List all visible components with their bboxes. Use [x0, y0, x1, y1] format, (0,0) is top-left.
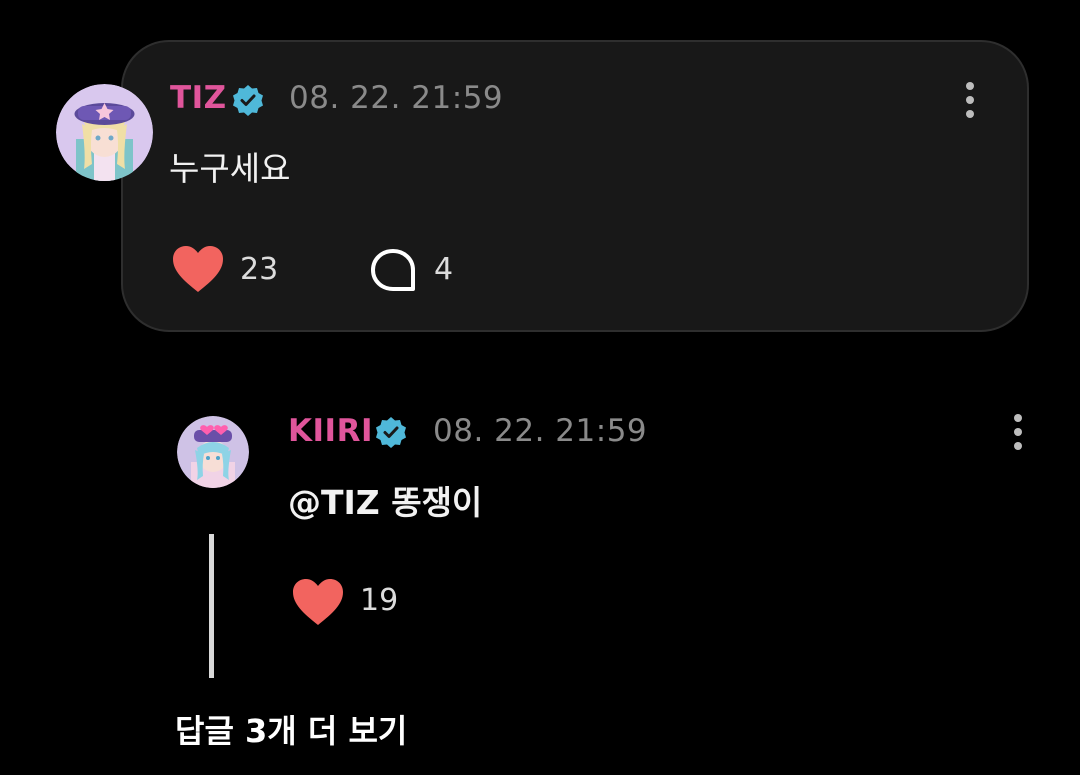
- verified-badge-icon: [233, 85, 263, 116]
- comment-like-count: 23: [240, 252, 279, 287]
- reply-text: @TIZ 똥쟁이: [288, 483, 483, 522]
- verified-badge-icon: [376, 417, 406, 448]
- comment-thread: TIZ 08. 22. 21:59 누구세요 23 4 KIIRI 08. 22…: [0, 0, 1080, 775]
- view-more-replies-button[interactable]: 답글 3개 더 보기: [175, 706, 407, 752]
- comment-author-name[interactable]: TIZ: [170, 80, 227, 116]
- comment-text: 누구세요: [169, 149, 291, 188]
- avatar-kiiri[interactable]: [177, 416, 249, 488]
- heart-icon[interactable]: [291, 577, 345, 627]
- reply-timestamp: 08. 22. 21:59: [433, 413, 648, 449]
- comment-bubble-icon[interactable]: [369, 248, 417, 294]
- comment-reply-count: 4: [434, 252, 454, 287]
- comment-timestamp: 08. 22. 21:59: [289, 80, 504, 116]
- avatar-tiz[interactable]: [56, 84, 153, 181]
- heart-icon[interactable]: [171, 244, 225, 294]
- reply-like-count: 19: [360, 583, 399, 618]
- thread-connector-line: [209, 534, 214, 678]
- reply-author-name[interactable]: KIIRI: [288, 413, 373, 449]
- more-options-icon[interactable]: [1008, 412, 1028, 452]
- more-options-icon[interactable]: [960, 80, 980, 120]
